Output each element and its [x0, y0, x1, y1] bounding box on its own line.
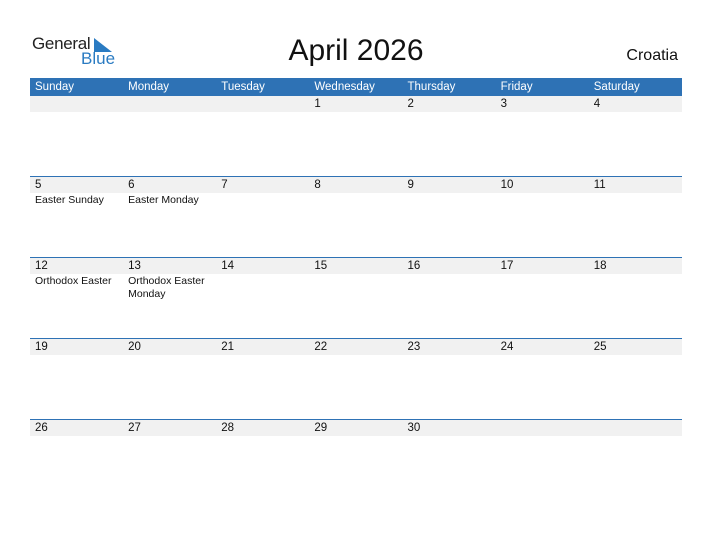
week-row: 1 2 3 4	[30, 96, 682, 177]
day-cell[interactable]: 28	[216, 420, 309, 501]
day-cell[interactable]: 23	[403, 339, 496, 420]
weekday-tuesday: Tuesday	[221, 81, 265, 93]
day-number: 28	[221, 422, 235, 434]
day-number: 15	[314, 260, 328, 272]
calendar-title: April 2026	[288, 34, 424, 67]
day-number: 1	[314, 98, 321, 110]
day-number: 5	[35, 179, 42, 191]
weekday-wednesday: Wednesday	[314, 81, 375, 93]
day-cell[interactable]: 19	[30, 339, 123, 420]
weekday-header: Sunday Monday Tuesday Wednesday Thursday…	[30, 78, 682, 96]
day-number: 11	[593, 179, 606, 191]
day-number: 17	[500, 260, 514, 272]
day-number: 19	[35, 341, 48, 353]
day-cell[interactable]: 13 Orthodox Easter Monday	[123, 258, 216, 339]
day-cell[interactable]: 21	[216, 339, 309, 420]
weekday-saturday: Saturday	[593, 81, 640, 93]
day-cell[interactable]: 24	[496, 339, 589, 420]
weekday-monday: Monday	[128, 81, 170, 93]
day-cell[interactable]: 26	[30, 420, 123, 501]
day-cell[interactable]	[30, 96, 123, 177]
day-number: 6	[128, 179, 135, 191]
day-cell[interactable]: 16	[403, 258, 496, 339]
day-number: 21	[221, 341, 235, 353]
day-number: 2	[407, 98, 414, 110]
day-cell[interactable]: 9	[403, 177, 496, 258]
day-cell[interactable]	[496, 420, 589, 501]
day-number: 16	[407, 260, 421, 272]
day-cell[interactable]: 4	[589, 96, 682, 177]
day-number: 26	[35, 422, 48, 434]
day-number: 13	[128, 260, 141, 272]
day-cell[interactable]: 11	[589, 177, 682, 258]
day-cell[interactable]: 25	[589, 339, 682, 420]
day-cell[interactable]: 8	[309, 177, 402, 258]
day-cell[interactable]: 7	[216, 177, 309, 258]
week-row: 19 20 21 22 23 24 25	[30, 338, 682, 420]
day-cell[interactable]	[589, 420, 682, 501]
weekday-thursday: Thursday	[407, 81, 456, 93]
day-cell[interactable]: 29	[309, 420, 402, 501]
holiday-label: Orthodox Easter	[35, 275, 112, 287]
day-cell[interactable]: 12 Orthodox Easter	[30, 258, 123, 339]
weekday-sunday: Sunday	[35, 81, 75, 93]
day-number: 20	[128, 341, 141, 353]
day-number: 18	[593, 260, 607, 272]
weekday-friday: Friday	[500, 81, 533, 93]
day-number: 9	[407, 179, 414, 191]
day-number: 30	[407, 422, 421, 434]
country-label: Croatia	[626, 47, 678, 64]
day-cell[interactable]: 30	[403, 420, 496, 501]
day-cell[interactable]: 27	[123, 420, 216, 501]
day-cell[interactable]: 10	[496, 177, 589, 258]
day-cell[interactable]	[123, 96, 216, 177]
day-number: 14	[221, 260, 235, 272]
day-number: 25	[593, 341, 607, 353]
day-cell[interactable]: 6 Easter Monday	[123, 177, 216, 258]
day-cell[interactable]	[216, 96, 309, 177]
day-cell[interactable]: 5 Easter Sunday	[30, 177, 123, 258]
day-number: 29	[314, 422, 328, 434]
day-cell[interactable]: 2	[403, 96, 496, 177]
day-cell[interactable]: 20	[123, 339, 216, 420]
day-number: 10	[500, 179, 514, 191]
day-number: 23	[407, 341, 421, 353]
day-number: 24	[500, 341, 514, 353]
holiday-label: Orthodox Easter Monday	[128, 275, 205, 300]
day-cell[interactable]: 14	[216, 258, 309, 339]
week-row: 26 27 28 29 30	[30, 419, 682, 501]
day-cell[interactable]: 18	[589, 258, 682, 339]
day-cell[interactable]: 1	[309, 96, 402, 177]
week-row: 12 Orthodox Easter 13 Orthodox Easter Monda…	[30, 257, 682, 339]
day-cell[interactable]: 3	[496, 96, 589, 177]
day-number: 8	[314, 179, 321, 191]
day-number: 27	[128, 422, 141, 434]
day-number: 22	[314, 341, 328, 353]
week-row: 5 Easter Sunday 6 Easter Monday 7 8 9 10 11	[30, 176, 682, 258]
day-number: 4	[593, 98, 601, 110]
day-number: 3	[500, 98, 508, 110]
day-cell[interactable]: 15	[309, 258, 402, 339]
day-number: 12	[35, 260, 48, 272]
holiday-label: Easter Sunday	[35, 194, 104, 206]
day-cell[interactable]: 22	[309, 339, 402, 420]
holiday-label: Easter Monday	[128, 194, 199, 206]
day-cell[interactable]: 17	[496, 258, 589, 339]
day-number: 7	[221, 179, 228, 191]
